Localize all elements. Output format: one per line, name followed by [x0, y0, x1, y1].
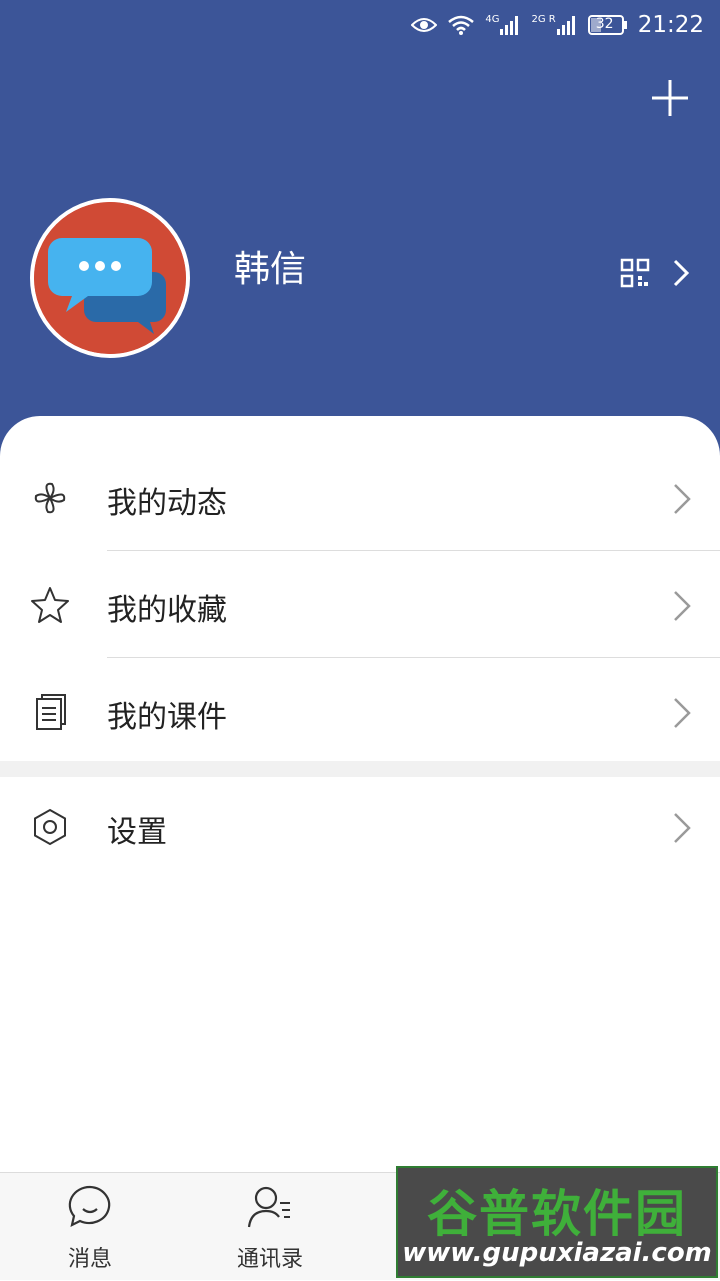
- menu-item-label: 设置: [107, 815, 167, 850]
- divider: [107, 657, 720, 658]
- watermark-title: 谷普软件园: [427, 1185, 687, 1243]
- tab-contacts[interactable]: 通讯录: [180, 1173, 360, 1281]
- chevron-right-icon: [674, 813, 691, 843]
- battery-level: 32: [595, 16, 614, 32]
- status-bar: 4G 2G R 32 21:22: [411, 0, 720, 50]
- menu-item-my-moments[interactable]: 我的动态: [0, 445, 720, 551]
- menu-item-my-courseware[interactable]: 我的课件: [0, 659, 720, 765]
- chevron-right-icon: [674, 591, 691, 621]
- watermark-url: www.gupuxiazai.com: [402, 1238, 712, 1268]
- add-button[interactable]: [648, 76, 692, 120]
- tab-label: 消息: [67, 1247, 112, 1272]
- tab-messages[interactable]: 消息: [0, 1173, 180, 1281]
- tab-label: 通讯录: [236, 1247, 303, 1272]
- network-type-label: 4G: [485, 14, 500, 25]
- menu-item-my-favorites[interactable]: 我的收藏: [0, 552, 720, 658]
- hexagon-settings-icon: [34, 808, 66, 846]
- star-icon: [31, 587, 69, 623]
- battery-icon: 32: [587, 14, 628, 36]
- network-type-label: 2G R: [531, 14, 556, 25]
- pinwheel-icon: [34, 482, 66, 514]
- menu-item-settings[interactable]: 设置: [0, 774, 720, 880]
- watermark: 谷普软件园 www.gupuxiazai.com: [396, 1166, 718, 1278]
- menu-item-label: 我的动态: [107, 486, 227, 521]
- eye-icon: [411, 16, 438, 34]
- chat-app-logo-icon: [34, 202, 186, 354]
- signal-icon: 2G R: [531, 14, 577, 36]
- contacts-icon: [247, 1186, 290, 1228]
- wifi-icon: [447, 14, 475, 36]
- signal-icon: 4G: [485, 14, 521, 36]
- document-icon: [36, 694, 66, 730]
- qr-code-icon: [620, 258, 650, 288]
- menu-item-label: 我的课件: [107, 700, 227, 735]
- qr-code-button[interactable]: [620, 258, 690, 288]
- status-time: 21:22: [637, 12, 704, 38]
- avatar[interactable]: [30, 198, 190, 358]
- chevron-right-icon: [673, 259, 690, 287]
- add-icon: [652, 80, 688, 116]
- chevron-right-icon: [674, 698, 691, 728]
- username[interactable]: 韩信: [234, 240, 306, 292]
- divider: [107, 550, 720, 551]
- chat-bubble-icon: [68, 1185, 111, 1228]
- profile-header: 4G 2G R 32 21:22 韩信: [0, 0, 720, 470]
- chevron-right-icon: [674, 484, 691, 514]
- menu-item-label: 我的收藏: [107, 593, 227, 628]
